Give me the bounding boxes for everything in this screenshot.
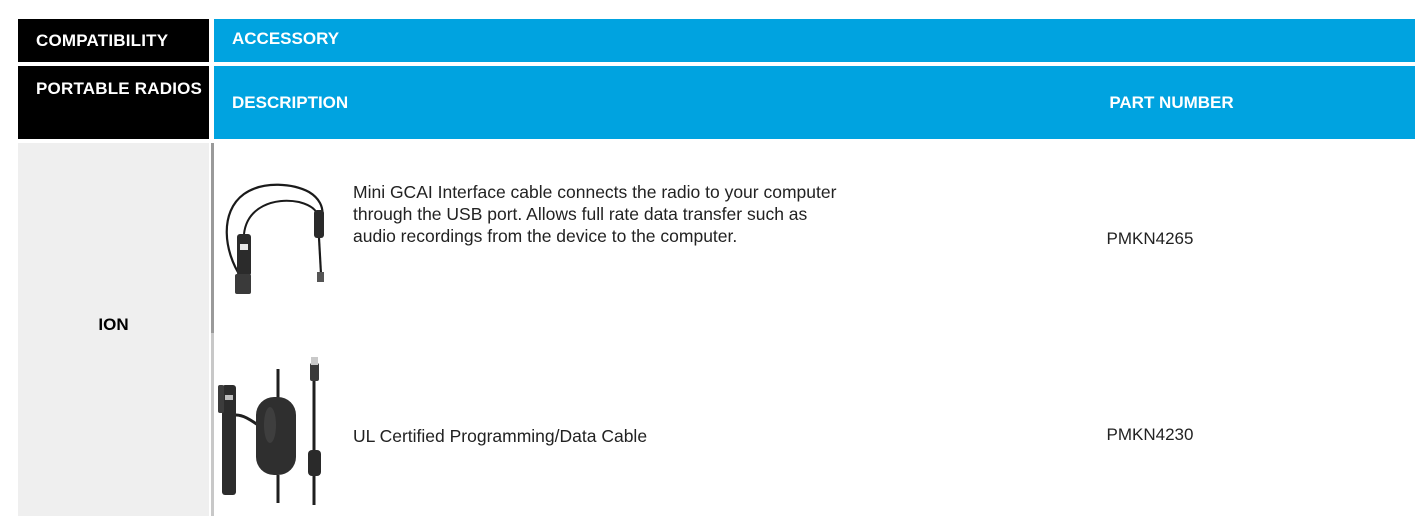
programming-cable-image	[218, 357, 321, 505]
header-portable-radios: PORTABLE RADIOS	[18, 66, 209, 139]
row-1-part-number: PMKN4265	[1106, 229, 1194, 248]
row-2-description: UL Certified Programming/Data Cable	[353, 426, 648, 446]
compatibility-cell: ION	[18, 143, 209, 516]
interface-cable-image	[225, 183, 324, 294]
header-part-number: PART NUMBER	[928, 66, 1415, 139]
row-1-description: Mini GCAI Interface cable connects the r…	[353, 182, 837, 246]
header-accessory: ACCESSORY	[214, 19, 1415, 62]
row-2-part-number: PMKN4230	[1106, 425, 1194, 444]
header-description: DESCRIPTION	[214, 66, 928, 139]
column-divider-accent	[211, 143, 214, 333]
header-compatibility: COMPATIBILITY	[18, 19, 209, 62]
radio-model-label: ION	[98, 315, 129, 334]
